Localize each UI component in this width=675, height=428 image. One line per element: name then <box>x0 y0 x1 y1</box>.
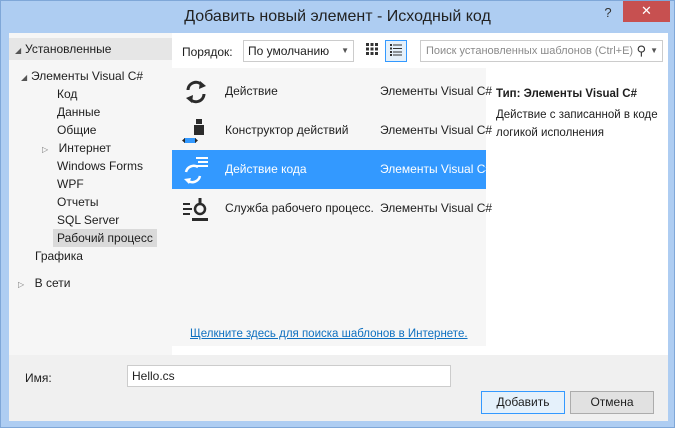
tree-item-data[interactable]: Данные <box>57 103 100 121</box>
add-new-item-dialog: Добавить новый элемент - Исходный код ? … <box>0 0 675 428</box>
dropdown-arrow-icon: ▼ <box>341 46 349 55</box>
dialog-body: ◢ Установленные ◢ Элементы Visual C# Код Д… <box>9 33 668 421</box>
sort-order-select[interactable]: По умолчанию ▼ <box>243 40 354 62</box>
cancel-button[interactable]: Отмена <box>570 391 654 414</box>
sort-order-value: По умолчанию <box>248 44 330 58</box>
help-button[interactable]: ? <box>599 4 617 22</box>
template-name: Действие <box>225 84 278 98</box>
template-name: Служба рабочего процесс... <box>225 201 373 215</box>
search-input[interactable]: Поиск установленных шаблонов (Ctrl+E) ⚲ … <box>420 40 663 62</box>
tree-item-sql-server[interactable]: SQL Server <box>57 211 119 229</box>
list-icon <box>390 44 402 56</box>
tree-item-label: Установленные <box>25 42 112 56</box>
details-description: Действие с записанной в коде логикой исп… <box>496 109 658 139</box>
tree-item-reports[interactable]: Отчеты <box>57 193 98 211</box>
template-item-code-activity[interactable]: Действие кода Элементы Visual C# <box>172 150 492 189</box>
tree-item-web[interactable]: ▷ Интернет <box>42 139 111 157</box>
activity-designer-icon <box>182 119 204 143</box>
grid-icon <box>366 43 378 55</box>
tree-item-label: Интернет <box>58 141 112 155</box>
bottom-panel: Имя: Hello.cs Добавить Отмена <box>9 355 668 421</box>
details-view-button[interactable] <box>385 40 407 62</box>
title-bar: Добавить новый элемент - Исходный код ? … <box>1 1 674 35</box>
sort-label: Порядок: <box>182 45 233 59</box>
category-tree: ◢ Установленные ◢ Элементы Visual C# Код Д… <box>9 33 172 355</box>
tree-item-label: В сети <box>34 276 71 290</box>
name-field[interactable]: Hello.cs <box>127 365 451 387</box>
collapsed-arrow-icon[interactable]: ▷ <box>42 141 52 159</box>
add-button[interactable]: Добавить <box>481 391 565 414</box>
template-type: Элементы Visual C# <box>380 123 493 137</box>
collapsed-arrow-icon[interactable]: ▷ <box>18 276 28 294</box>
tree-item-general[interactable]: Общие <box>57 121 96 139</box>
code-activity-icon <box>184 157 208 184</box>
details-type: Тип: Элементы Visual C# <box>496 88 637 100</box>
tree-item-online[interactable]: ▷ В сети <box>18 274 70 292</box>
template-type: Элементы Visual C# <box>380 162 493 176</box>
small-icons-view-button[interactable] <box>361 40 383 62</box>
template-item-activity[interactable]: Действие Элементы Visual C# <box>172 72 492 111</box>
tree-item-wpf[interactable]: WPF <box>57 175 84 193</box>
template-list: Действие Элементы Visual C# Конструктор … <box>172 68 492 346</box>
workflow-service-icon <box>183 198 208 221</box>
expanded-arrow-icon: ◢ <box>15 46 22 55</box>
template-item-workflow-service[interactable]: Служба рабочего процесс... Элементы Visu… <box>172 189 492 228</box>
tree-item-windows-forms[interactable]: Windows Forms <box>57 157 143 175</box>
tree-item-workflow[interactable]: Рабочий процесс <box>53 229 157 247</box>
search-placeholder: Поиск установленных шаблонов (Ctrl+E) <box>426 45 634 57</box>
template-type: Элементы Visual C# <box>380 201 493 215</box>
template-name: Конструктор действий <box>225 123 349 137</box>
close-button[interactable]: ✕ <box>623 1 670 22</box>
search-online-templates-link[interactable]: Щелкните здесь для поиска шаблонов в Инт… <box>190 328 468 340</box>
tree-item-visual-csharp[interactable]: ◢ Элементы Visual C# <box>21 67 143 85</box>
tree-item-graphics[interactable]: Графика <box>35 247 83 265</box>
activity-icon <box>186 80 206 104</box>
template-type: Элементы Visual C# <box>380 84 493 98</box>
search-icon[interactable]: ⚲ <box>636 41 646 61</box>
expanded-arrow-icon: ◢ <box>21 73 28 82</box>
tree-item-installed[interactable]: ◢ Установленные <box>15 40 111 58</box>
template-item-activity-designer[interactable]: Конструктор действий Элементы Visual C# <box>172 111 492 150</box>
dialog-title: Добавить новый элемент - Исходный код <box>184 8 491 25</box>
name-label: Имя: <box>25 371 52 385</box>
template-name: Действие кода <box>225 162 307 176</box>
tree-item-label: Элементы Visual C# <box>31 69 144 83</box>
tree-item-code[interactable]: Код <box>57 85 77 103</box>
search-dropdown-arrow-icon[interactable]: ▼ <box>650 41 658 61</box>
